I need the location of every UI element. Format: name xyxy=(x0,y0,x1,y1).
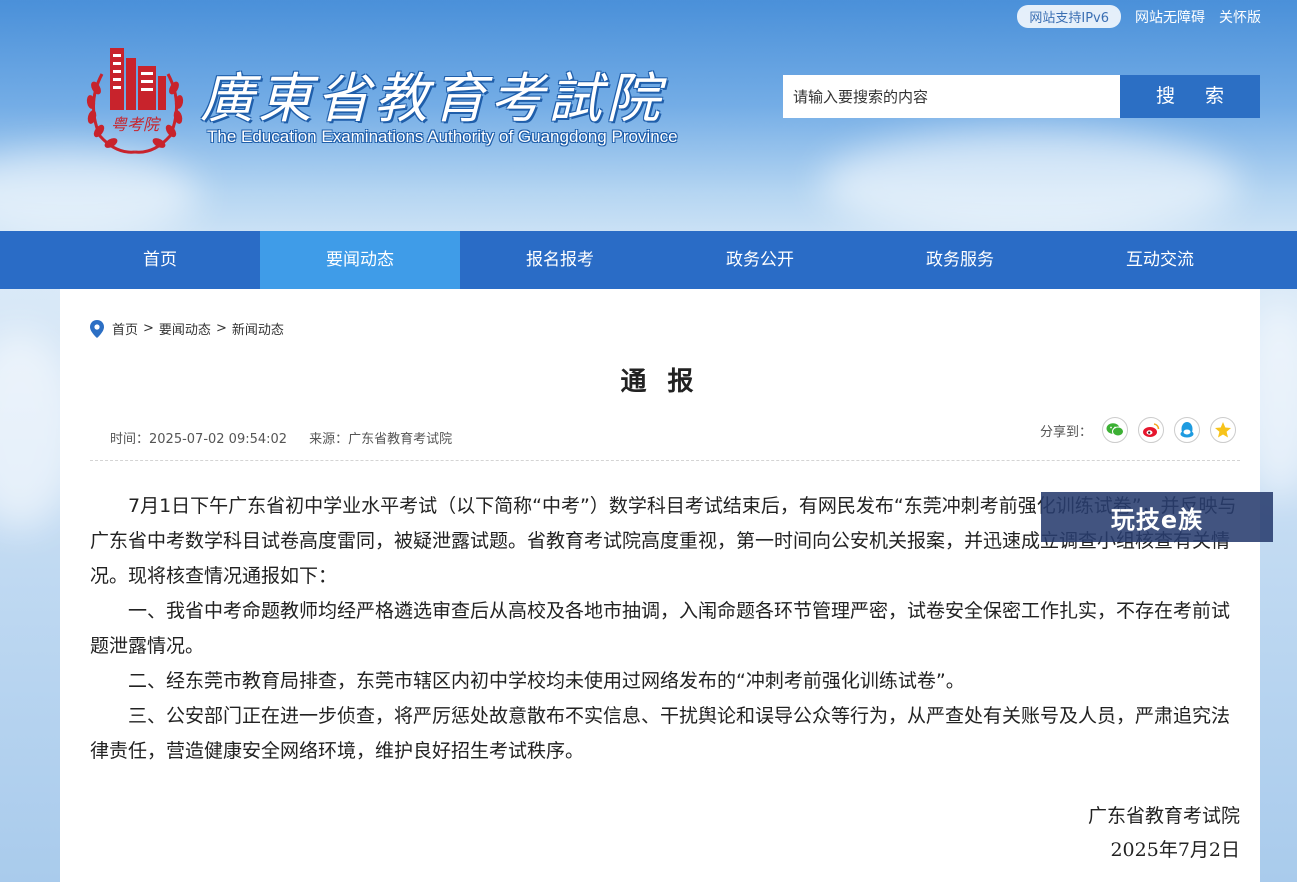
site-subtitle: The Education Examinations Authority of … xyxy=(207,127,678,146)
breadcrumb-separator: > xyxy=(215,321,227,336)
divider xyxy=(90,460,1240,461)
logo-emblem-icon: 粤考院 xyxy=(86,48,184,154)
qzone-icon[interactable] xyxy=(1210,417,1236,443)
nav-item-interaction[interactable]: 互动交流 xyxy=(1060,231,1260,289)
site-title: 廣東省教育考試院 xyxy=(200,67,664,130)
site-header: 网站支持IPv6 网站无障碍 关怀版 粤考院 廣東省教育考試院 The Educ… xyxy=(0,0,1297,231)
top-links: 网站支持IPv6 网站无障碍 关怀版 xyxy=(1017,5,1261,28)
location-pin-icon xyxy=(90,319,104,338)
signature-date: 2025年7月2日 xyxy=(1110,839,1240,861)
nav-item-registration[interactable]: 报名报考 xyxy=(460,231,660,289)
breadcrumb-separator: > xyxy=(143,321,154,336)
article-signature: 广东省教育考试院 2025年7月2日 xyxy=(1088,799,1240,867)
breadcrumb-item-home[interactable]: 首页 xyxy=(112,319,138,338)
nav-item-news[interactable]: 要闻动态 xyxy=(260,231,460,289)
article-time: 时间：2025-07-02 09:54:02 xyxy=(110,432,288,447)
breadcrumb: 首页 > 要闻动态 > 新闻动态 xyxy=(90,319,284,338)
main-nav: 首页 要闻动态 报名报考 政务公开 政务服务 互动交流 xyxy=(0,231,1297,289)
search-button[interactable]: 搜 索 xyxy=(1120,75,1260,118)
breadcrumb-item-news[interactable]: 要闻动态 xyxy=(159,319,211,338)
article-title: 通 报 xyxy=(620,367,700,397)
article-paragraph: 二、经东莞市教育局排查，东莞市辖区内初中学校均未使用过网络发布的“冲刺考前强化训… xyxy=(128,670,965,692)
care-mode-link[interactable]: 关怀版 xyxy=(1219,7,1261,27)
article-container: 首页 > 要闻动态 > 新闻动态 通 报 时间：2025-07-02 09:54… xyxy=(60,289,1260,882)
nav-item-home[interactable]: 首页 xyxy=(60,231,260,289)
nav-item-government-services[interactable]: 政务服务 xyxy=(860,231,1060,289)
search-input[interactable] xyxy=(783,75,1120,118)
article-paragraph: 三、公安部门正在进一步侦查，将严厉惩处故意散布不实信息、干扰舆论和误导公众等行为… xyxy=(90,705,1231,762)
ipv6-badge: 网站支持IPv6 xyxy=(1017,5,1121,28)
nav-item-government-affairs[interactable]: 政务公开 xyxy=(660,231,860,289)
article-source: 来源：广东省教育考试院 xyxy=(309,432,453,447)
share-label: 分享到： xyxy=(1039,424,1092,440)
accessibility-link[interactable]: 网站无障碍 xyxy=(1135,7,1205,27)
signature-org: 广东省教育考试院 xyxy=(1087,805,1240,827)
article-meta: 时间：2025-07-02 09:54:02 来源：广东省教育考试院 xyxy=(110,428,452,447)
weibo-icon[interactable] xyxy=(1138,417,1164,443)
article-paragraph: 一、我省中考命题教师均经严格遴选审查后从高校及各地市抽调，入闱命题各环节管理严密… xyxy=(90,600,1231,657)
wechat-icon[interactable] xyxy=(1102,417,1128,443)
logo-text: 粤考院 xyxy=(111,115,162,134)
breadcrumb-item-news-updates[interactable]: 新闻动态 xyxy=(232,319,284,338)
share-bar: 分享到： xyxy=(1040,417,1236,443)
qq-icon[interactable] xyxy=(1174,417,1200,443)
watermark-overlay: 玩技e族 xyxy=(1041,492,1273,542)
